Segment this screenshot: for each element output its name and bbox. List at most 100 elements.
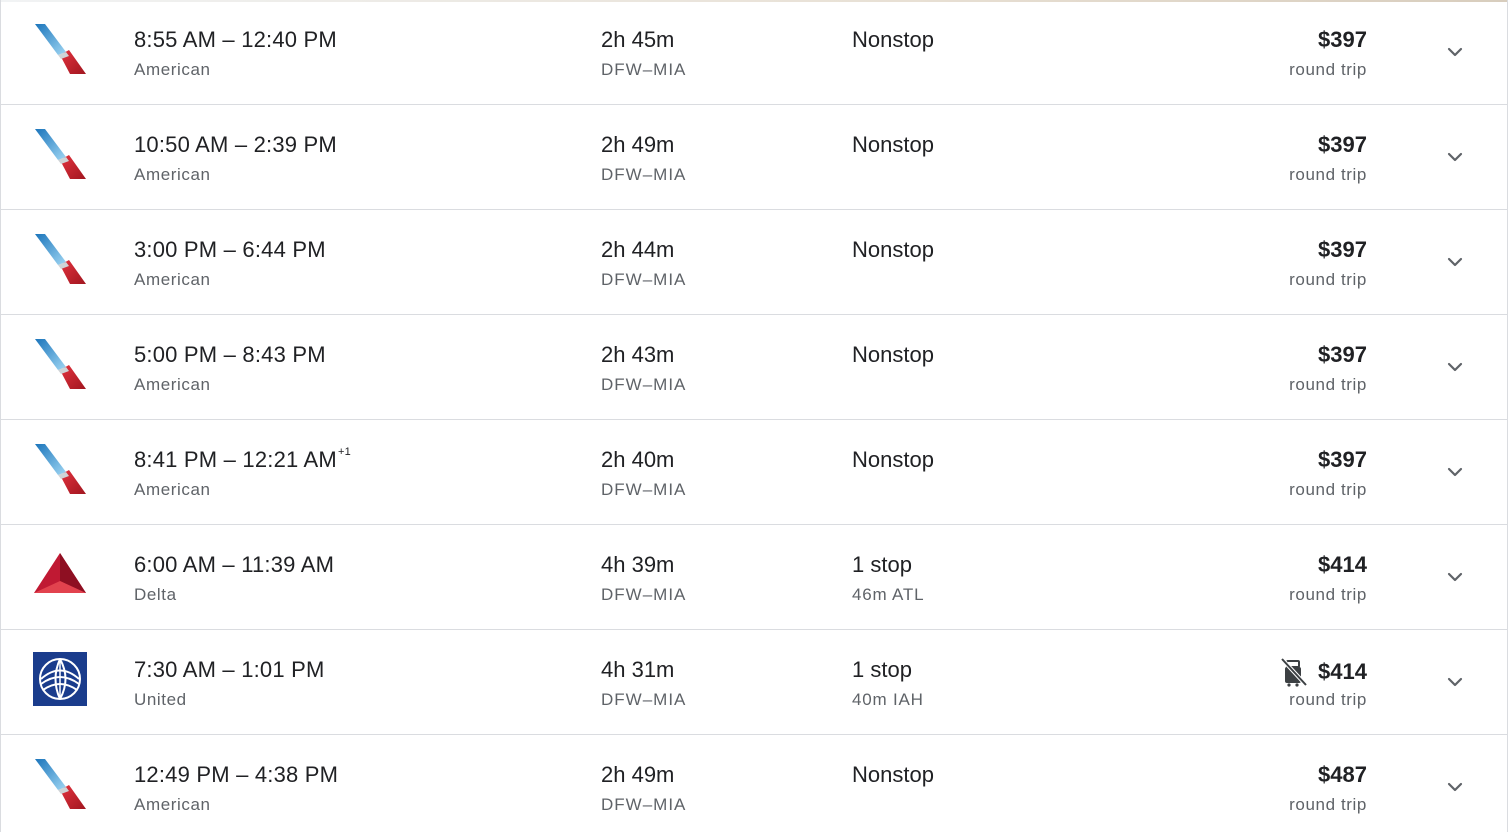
arrival-time: 11:39 AM xyxy=(241,552,335,577)
arrival-time: 4:38 PM xyxy=(254,762,339,787)
stops-count: Nonstop xyxy=(852,27,934,52)
arrival-time: 8:43 PM xyxy=(242,342,326,367)
stops-count: Nonstop xyxy=(852,762,934,787)
american-airlines-logo xyxy=(33,232,87,286)
time-separator: – xyxy=(217,447,243,472)
trip-type: round trip xyxy=(1289,690,1367,709)
time-separator: – xyxy=(216,552,242,577)
flight-times: 8:41 PM – 12:21 AM+1 xyxy=(134,445,351,473)
price: $397 xyxy=(1318,27,1367,52)
time-separator: – xyxy=(229,762,255,787)
stops-count: 1 stop xyxy=(852,657,912,682)
flight-duration: 2h 44m xyxy=(601,237,675,262)
chevron-down-icon[interactable] xyxy=(1443,775,1467,799)
price: $414 xyxy=(1318,659,1367,684)
stops-count: 1 stop xyxy=(852,552,912,577)
chevron-down-icon[interactable] xyxy=(1443,40,1467,64)
next-day-indicator: +1 xyxy=(337,445,351,458)
flight-row[interactable]: 6:00 AM – 11:39 AM Delta 4h 39m DFW–MIA … xyxy=(1,525,1507,630)
layover-info: 40m IAH xyxy=(852,690,924,709)
stops-count: Nonstop xyxy=(852,447,934,472)
stops-count: Nonstop xyxy=(852,237,934,262)
flight-route: DFW–MIA xyxy=(601,270,687,289)
airline-name: American xyxy=(134,375,211,394)
flight-row[interactable]: 10:50 AM – 2:39 PM American 2h 49m DFW–M… xyxy=(1,105,1507,210)
departure-time: 5:00 PM xyxy=(134,342,218,367)
flight-row[interactable]: 8:55 AM – 12:40 PM American 2h 45m DFW–M… xyxy=(1,0,1507,105)
chevron-down-icon[interactable] xyxy=(1443,355,1467,379)
flight-route: DFW–MIA xyxy=(601,165,687,184)
flight-duration: 2h 45m xyxy=(601,27,675,52)
delta-logo xyxy=(33,547,87,601)
american-airlines-logo xyxy=(33,337,87,391)
chevron-down-icon[interactable] xyxy=(1443,250,1467,274)
time-separator: – xyxy=(216,27,242,52)
no-carry-on-bag-icon xyxy=(1280,657,1308,687)
trip-type: round trip xyxy=(1289,60,1367,79)
flight-row[interactable]: 8:41 PM – 12:21 AM+1 American 2h 40m DFW… xyxy=(1,420,1507,525)
american-airlines-logo xyxy=(33,757,87,811)
flight-duration: 2h 49m xyxy=(601,132,675,157)
chevron-down-icon[interactable] xyxy=(1443,670,1467,694)
flight-duration: 4h 31m xyxy=(601,657,675,682)
flight-times: 12:49 PM – 4:38 PM xyxy=(134,762,339,788)
departure-time: 12:49 PM xyxy=(134,762,230,787)
flight-results-list: 8:55 AM – 12:40 PM American 2h 45m DFW–M… xyxy=(0,0,1508,832)
departure-time: 8:41 PM xyxy=(134,447,218,472)
flight-duration: 2h 40m xyxy=(601,447,675,472)
flight-times: 5:00 PM – 8:43 PM xyxy=(134,342,327,368)
flight-times: 8:55 AM – 12:40 PM xyxy=(134,27,338,53)
departure-time: 3:00 PM xyxy=(134,237,218,262)
time-separator: – xyxy=(228,132,254,157)
trip-type: round trip xyxy=(1289,165,1367,184)
trip-type: round trip xyxy=(1289,585,1367,604)
flight-duration: 4h 39m xyxy=(601,552,675,577)
flight-route: DFW–MIA xyxy=(601,585,687,604)
departure-time: 8:55 AM xyxy=(134,27,217,52)
flight-times: 6:00 AM – 11:39 AM xyxy=(134,552,335,578)
american-airlines-logo xyxy=(33,22,87,76)
chevron-down-icon[interactable] xyxy=(1443,145,1467,169)
price: $397 xyxy=(1318,342,1367,367)
airline-name: American xyxy=(134,60,211,79)
arrival-time: 12:21 AM xyxy=(242,447,337,472)
price: $414 xyxy=(1318,552,1367,577)
airline-name: American xyxy=(134,480,211,499)
price: $397 xyxy=(1318,237,1367,262)
stops-count: Nonstop xyxy=(852,342,934,367)
flight-route: DFW–MIA xyxy=(601,375,687,394)
arrival-time: 6:44 PM xyxy=(242,237,326,262)
flight-row[interactable]: 5:00 PM – 8:43 PM American 2h 43m DFW–MI… xyxy=(1,315,1507,420)
united-logo xyxy=(33,652,87,706)
flight-route: DFW–MIA xyxy=(601,60,687,79)
departure-time: 6:00 AM xyxy=(134,552,217,577)
flight-row[interactable]: 7:30 AM – 1:01 PM United 4h 31m DFW–MIA … xyxy=(1,630,1507,735)
price: $397 xyxy=(1318,132,1367,157)
arrival-time: 12:40 PM xyxy=(241,27,337,52)
airline-name: American xyxy=(134,165,211,184)
trip-type: round trip xyxy=(1289,375,1367,394)
flight-duration: 2h 43m xyxy=(601,342,675,367)
flight-row[interactable]: 12:49 PM – 4:38 PM American 2h 49m DFW–M… xyxy=(1,735,1507,832)
departure-time: 7:30 AM xyxy=(134,657,217,682)
time-separator: – xyxy=(217,237,243,262)
flight-times: 7:30 AM – 1:01 PM xyxy=(134,657,326,683)
chevron-down-icon[interactable] xyxy=(1443,565,1467,589)
airline-name: United xyxy=(134,690,187,709)
flight-row[interactable]: 3:00 PM – 6:44 PM American 2h 44m DFW–MI… xyxy=(1,210,1507,315)
chevron-down-icon[interactable] xyxy=(1443,460,1467,484)
airline-name: American xyxy=(134,795,211,814)
stops-count: Nonstop xyxy=(852,132,934,157)
flight-route: DFW–MIA xyxy=(601,690,687,709)
departure-time: 10:50 AM xyxy=(134,132,229,157)
flight-duration: 2h 49m xyxy=(601,762,675,787)
layover-info: 46m ATL xyxy=(852,585,925,604)
price-with-baggage: $414 xyxy=(1280,657,1367,687)
arrival-time: 1:01 PM xyxy=(241,657,325,682)
time-separator: – xyxy=(216,657,242,682)
trip-type: round trip xyxy=(1289,480,1367,499)
flight-times: 3:00 PM – 6:44 PM xyxy=(134,237,327,263)
arrival-time: 2:39 PM xyxy=(253,132,337,157)
flight-route: DFW–MIA xyxy=(601,480,687,499)
airline-name: American xyxy=(134,270,211,289)
